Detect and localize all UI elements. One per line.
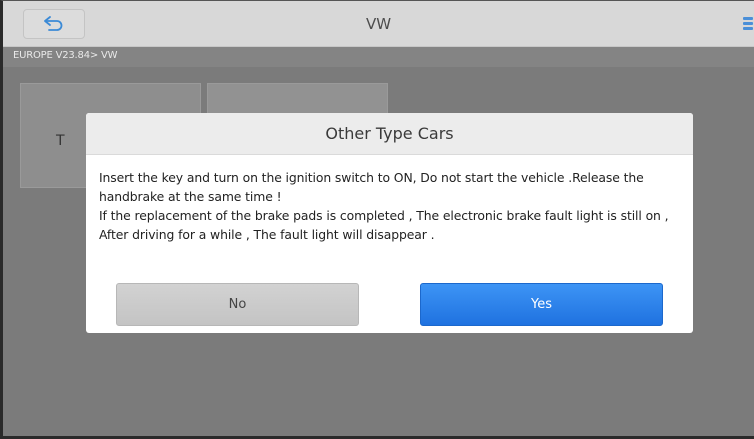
dialog-header: Other Type Cars bbox=[86, 113, 693, 155]
dialog-title: Other Type Cars bbox=[325, 124, 454, 143]
back-arrow-icon bbox=[44, 16, 63, 31]
dialog-message-line: Insert the key and turn on the ignition … bbox=[99, 170, 644, 204]
dialog-message: Insert the key and turn on the ignition … bbox=[86, 155, 693, 244]
top-bar: VW bbox=[3, 1, 754, 47]
menu-icon[interactable] bbox=[742, 17, 754, 37]
no-button[interactable]: No bbox=[116, 283, 359, 326]
app-window: VW EUROPE V23.84> VW T Other Type Cars I… bbox=[0, 0, 754, 439]
confirm-dialog: Other Type Cars Insert the key and turn … bbox=[86, 113, 693, 333]
yes-button[interactable]: Yes bbox=[420, 283, 663, 326]
page-title: VW bbox=[365, 15, 392, 33]
dialog-message-line: If the replacement of the brake pads is … bbox=[99, 208, 669, 242]
tile-label: T bbox=[56, 133, 65, 149]
back-button[interactable] bbox=[23, 9, 85, 39]
breadcrumb: EUROPE V23.84> VW bbox=[13, 50, 118, 61]
breadcrumb-bar: EUROPE V23.84> VW bbox=[3, 47, 754, 67]
